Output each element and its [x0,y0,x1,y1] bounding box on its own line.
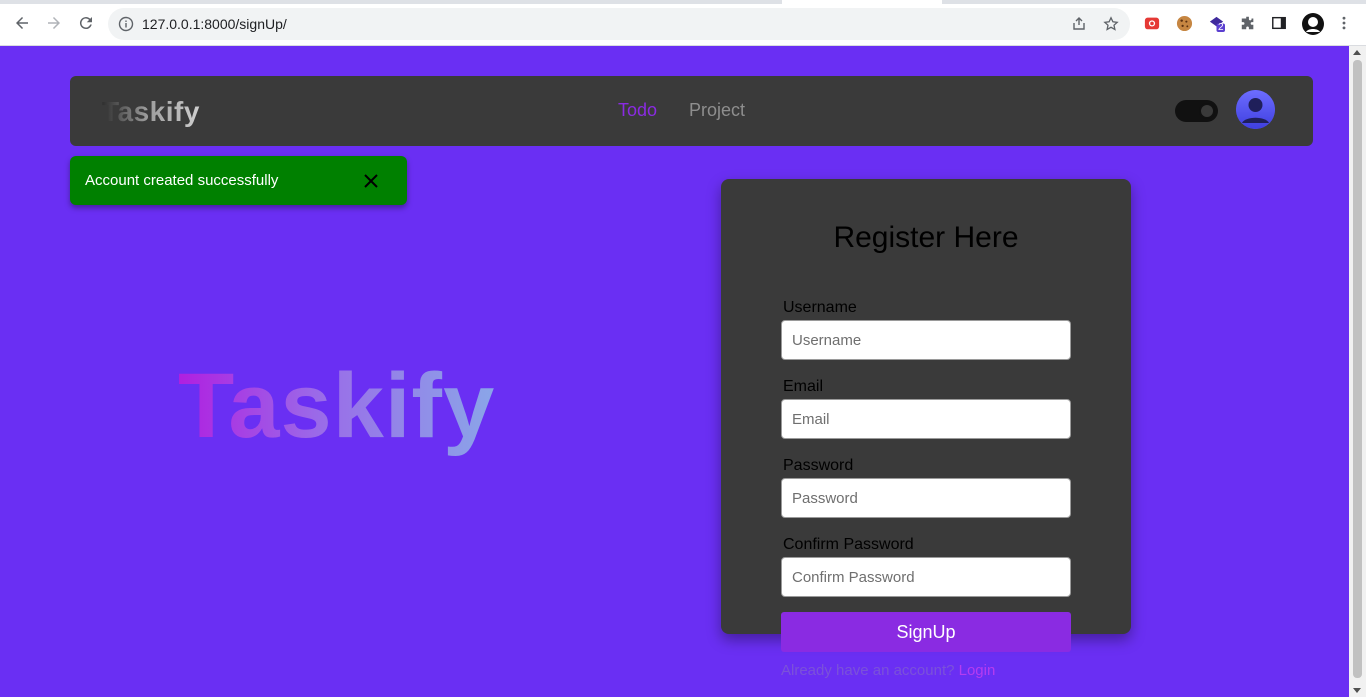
brand-logo[interactable]: Taskify [102,96,200,128]
nav-link-project[interactable]: Project [689,100,745,121]
user-icon [1236,90,1275,129]
password-label: Password [783,457,854,474]
toggle-knob [1199,103,1215,119]
login-prompt-text: Already have an account? [781,662,955,679]
url-text: 127.0.0.1:8000/signUp/ [142,16,287,32]
app-navbar: Taskify Todo Project [70,76,1313,146]
forward-button[interactable] [43,12,65,34]
back-button[interactable] [11,12,33,34]
login-prompt-row: Already have an account? Login [781,662,995,679]
toast-message: Account created successfully [85,172,279,189]
arrow-left-icon [16,17,28,29]
scroll-up-arrow-icon[interactable] [1353,50,1361,55]
login-link[interactable]: Login [959,662,996,679]
arrow-right-icon [48,17,60,29]
profile-avatar-icon[interactable] [1302,13,1324,35]
form-heading: Register Here [833,221,1019,254]
info-icon[interactable] [118,16,134,32]
extension-badge: 2 [1218,22,1224,33]
cookie-extension-icon[interactable] [1175,14,1193,32]
nav-link-todo[interactable]: Todo [618,100,657,121]
close-icon[interactable] [363,173,379,189]
confirm-password-input[interactable] [781,557,1071,597]
more-menu-icon[interactable] [1335,14,1353,32]
password-input[interactable] [781,478,1071,518]
email-label: Email [783,378,824,395]
browser-toolbar: 127.0.0.1:8000/signUp/ 2 [0,0,1366,46]
bookmark-star-icon[interactable] [1103,16,1119,32]
scroll-down-arrow-icon[interactable] [1353,688,1361,693]
user-avatar[interactable] [1236,90,1275,129]
reload-icon [79,17,92,30]
layers-extension-icon[interactable]: 2 [1207,14,1225,33]
active-tab[interactable] [782,0,942,4]
email-input[interactable] [781,399,1071,439]
username-label: Username [783,299,857,316]
reload-button[interactable] [75,12,97,34]
page-scrollbar[interactable] [1349,46,1366,697]
side-panel-icon[interactable] [1270,14,1288,32]
register-card: Register Here Username Email Password Co… [721,179,1131,634]
tab-strip [0,0,1366,4]
scrollbar-thumb[interactable] [1353,60,1362,678]
confirm-password-label: Confirm Password [783,536,914,553]
camera-extension-icon[interactable] [1143,14,1161,32]
share-icon[interactable] [1071,16,1087,32]
hero-title: Taskify [178,355,496,457]
signup-button[interactable]: SignUp [781,612,1071,652]
username-input[interactable] [781,320,1071,360]
theme-toggle[interactable] [1175,100,1218,122]
address-bar[interactable]: 127.0.0.1:8000/signUp/ [108,8,1130,40]
success-toast: Account created successfully [70,156,407,205]
extensions-puzzle-icon[interactable] [1239,14,1257,32]
